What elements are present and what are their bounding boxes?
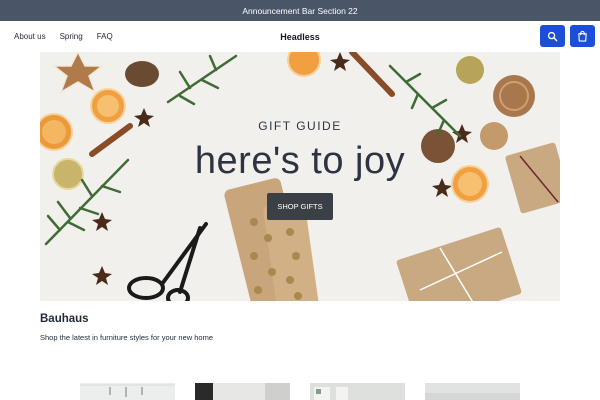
search-icon bbox=[547, 31, 558, 41]
shopping-bag-icon bbox=[578, 30, 587, 42]
pendant-lamps-image bbox=[80, 384, 175, 397]
cart-button[interactable] bbox=[570, 25, 595, 47]
collection-title: Bauhaus bbox=[40, 313, 89, 325]
main-nav: About us Spring FAQ bbox=[14, 21, 113, 52]
site-header: About us Spring FAQ Headless bbox=[0, 21, 600, 52]
nav-link-spring[interactable]: Spring bbox=[60, 32, 83, 41]
hero-title: here's to joy bbox=[194, 140, 406, 182]
shelf-image bbox=[314, 387, 348, 400]
nav-link-about-us[interactable]: About us bbox=[14, 32, 46, 41]
room-image bbox=[425, 393, 520, 400]
nav-link-faq[interactable]: FAQ bbox=[97, 32, 113, 41]
product-grid bbox=[0, 383, 600, 400]
announcement-text: Announcement Bar Section 22 bbox=[242, 5, 358, 16]
collection-subtitle: Shop the latest in furniture styles for … bbox=[40, 333, 214, 342]
product-card-image[interactable] bbox=[310, 383, 405, 400]
product-card-image[interactable] bbox=[425, 383, 520, 400]
hero-eyebrow: GIFT GUIDE bbox=[258, 119, 342, 133]
product-card-image[interactable] bbox=[80, 383, 175, 400]
shop-gifts-button[interactable]: SHOP GIFTS bbox=[267, 193, 333, 220]
interior-image bbox=[195, 383, 290, 400]
product-card-image[interactable] bbox=[195, 383, 290, 400]
hero-banner: GIFT GUIDE here's to joy SHOP GIFTS bbox=[40, 52, 560, 301]
search-button[interactable] bbox=[540, 25, 565, 47]
announcement-bar: Announcement Bar Section 22 bbox=[0, 0, 600, 21]
